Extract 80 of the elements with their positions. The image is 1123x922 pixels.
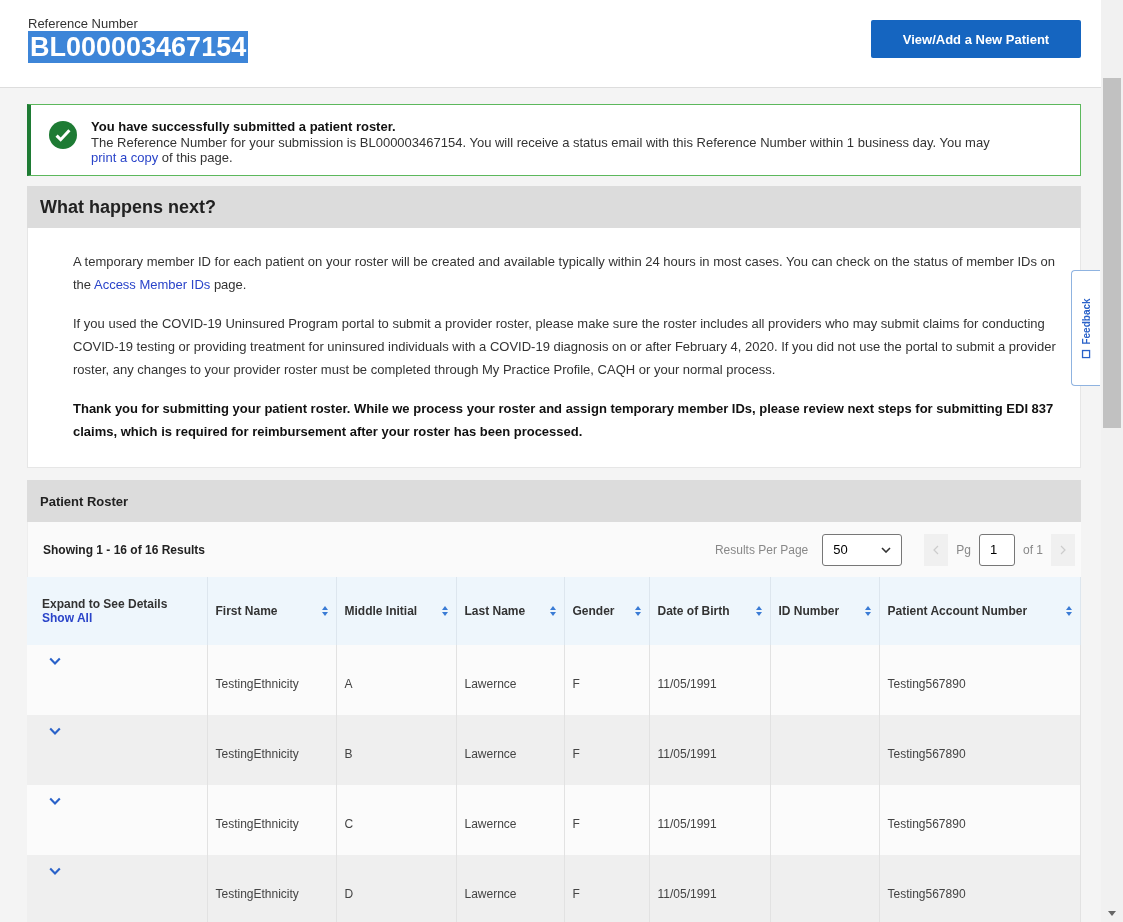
results-per-page-label: Results Per Page [714, 542, 809, 557]
table-cell: C [344, 817, 354, 831]
column-header[interactable]: Last Name [456, 577, 564, 645]
chevron-right-icon [1060, 544, 1066, 555]
chevron-left-icon [933, 544, 940, 555]
expand-row-button[interactable] [47, 865, 63, 877]
table-cell: Testing567890 [887, 817, 966, 831]
table-cell: Lawernce [464, 747, 517, 761]
column-title: Last Name [464, 604, 526, 618]
table-cell: Testing567890 [887, 677, 966, 691]
table-cell: F [572, 677, 580, 691]
expand-row-button[interactable] [47, 795, 63, 807]
access-member-ids-link[interactable]: Access Member IDs [93, 277, 211, 292]
paragraph: Thank you for submitting your patient roster. While we process your roster and assign temporary member IDs, please review next steps for submitting EDI 837 claims, which is required for reimbursement after your roster has been processed. [73, 400, 1055, 441]
chevron-down-icon [49, 867, 61, 875]
reference-label: Reference Number [28, 16, 139, 31]
table-cell: F [572, 887, 580, 901]
table-cell: 11/05/1991 [657, 747, 717, 761]
print-copy-link[interactable]: print a copy [91, 150, 159, 165]
column-title: Patient Account Number [887, 604, 1028, 618]
table-cell: F [572, 747, 580, 761]
table-cell: A [344, 677, 353, 691]
table-cell: B [344, 747, 353, 761]
page-count: of 1 [1023, 542, 1043, 557]
chevron-down-icon [49, 657, 61, 665]
table-cell: 11/05/1991 [657, 887, 717, 901]
sort-icon [634, 606, 641, 616]
table-cell: TestingEthnicity [215, 747, 299, 761]
column-title: Middle Initial [344, 604, 418, 618]
sort-icon [441, 606, 448, 616]
column-header[interactable]: Patient Account Number [879, 577, 1081, 645]
table-cell: TestingEthnicity [215, 887, 299, 901]
column-title: Date of Birth [657, 604, 730, 618]
results-per-page-select[interactable]: 50 [822, 533, 903, 566]
column-title: Gender [572, 604, 615, 618]
sort-icon [755, 606, 762, 616]
scroll-down-arrow-icon[interactable] [1108, 911, 1116, 916]
table-cell: Lawernce [464, 677, 517, 691]
paragraph: A temporary member ID for each patient on your roster will be created and available typically within 24 hours in most cases. You can check on the status of member IDs on the Access Member IDs page. [73, 253, 1056, 294]
table-cell: 11/05/1991 [657, 677, 717, 691]
column-header[interactable]: ID Number [770, 577, 879, 645]
column-header[interactable]: First Name [207, 577, 336, 645]
alert-message: The Reference Number for your submission is BL000003467154. You will receive a status email with this Reference Number within 1 business day. You may print a copy of this page. [91, 135, 991, 165]
column-header[interactable]: Middle Initial [336, 577, 456, 645]
column-title: ID Number [778, 604, 840, 618]
view-add-patient-button[interactable]: View/Add a New Patient [871, 20, 1081, 58]
paragraph: If you used the COVID-19 Uninsured Program portal to submit a provider roster, please make sure the roster includes all providers who may submit claims for conducting COVID-19 testing or providing treatment for uninsured individuals with a COVID-19 diagnosis on or after February 4, 2020. If you did not use the portal to submit a provider roster, any changes to your provider roster must be completed through My Practice Profile, CAQH or your normal process. [73, 315, 1057, 379]
chevron-down-icon [881, 546, 892, 553]
alert-title: You have successfully submitted a patient roster. [91, 119, 397, 134]
column-header[interactable]: Gender [564, 577, 649, 645]
scrollbar-thumb[interactable] [1103, 78, 1121, 428]
table-cell: Testing567890 [887, 747, 966, 761]
feedback-tab[interactable]: Feedback [1071, 270, 1100, 386]
checkmark-icon [49, 121, 77, 149]
sort-icon [549, 606, 556, 616]
table-cell: Testing567890 [887, 887, 966, 901]
expand-header-label: Expand to See Details [42, 597, 169, 611]
expand-row-button[interactable] [47, 725, 63, 737]
chevron-down-icon [49, 727, 61, 735]
page-label: Pg [956, 542, 971, 557]
sort-icon [864, 606, 871, 616]
table-cell: Lawernce [464, 817, 517, 831]
table-cell: D [344, 887, 354, 901]
table-cell: 11/05/1991 [657, 817, 717, 831]
chevron-down-icon [49, 797, 61, 805]
section-header: Patient Roster [27, 480, 1081, 522]
table-cell: Lawernce [464, 887, 517, 901]
show-all-link[interactable]: Show All [42, 611, 199, 625]
results-count: Showing 1 - 16 of 16 Results [43, 542, 206, 557]
section-header: What happens next? [27, 186, 1081, 228]
sort-icon [321, 606, 328, 616]
table-cell: TestingEthnicity [215, 817, 299, 831]
sort-icon [1066, 606, 1072, 616]
table-cell: TestingEthnicity [215, 677, 299, 691]
reference-number: BL000003467154 [28, 31, 249, 63]
expand-row-button[interactable] [47, 655, 63, 667]
table-cell: F [572, 817, 580, 831]
column-title: First Name [215, 604, 278, 618]
column-header[interactable]: Date of Birth [649, 577, 770, 645]
page-number-field[interactable]: 1 [979, 533, 1015, 566]
